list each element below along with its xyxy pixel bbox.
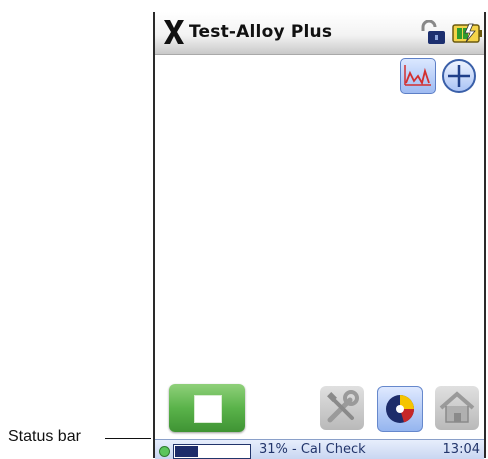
app-title: Test-Alloy Plus: [189, 22, 333, 42]
padlock-open-icon[interactable]: [419, 20, 447, 46]
progress-meter: [173, 444, 251, 459]
tools-icon: [327, 390, 359, 423]
device-screen: Test-Alloy Plus 31% - Cal Check 13:04: [153, 12, 486, 459]
callout-line: [105, 438, 151, 439]
close-x-icon[interactable]: [161, 16, 187, 48]
stop-square-icon: [194, 395, 222, 423]
progress-meter-fill: [175, 446, 198, 457]
add-button[interactable]: [442, 59, 476, 93]
status-indicator-icon: [159, 446, 170, 457]
status-time: 13:04: [442, 442, 480, 457]
spectrum-graph-icon: [404, 65, 431, 86]
callout-label: Status bar: [8, 428, 81, 445]
status-bar: 31% - Cal Check 13:04: [155, 439, 484, 459]
results-button[interactable]: [377, 386, 423, 432]
home-button[interactable]: [435, 386, 479, 430]
battery-icon: [452, 23, 482, 43]
spectrum-graph-button[interactable]: [400, 58, 436, 94]
plus-circle-icon: [448, 65, 470, 87]
status-text: 31% - Cal Check: [259, 442, 366, 457]
start-stop-button[interactable]: [169, 384, 245, 432]
tools-button[interactable]: [320, 386, 364, 430]
home-icon: [439, 391, 475, 423]
pie-chart-icon: [386, 395, 414, 423]
title-bar: Test-Alloy Plus: [155, 12, 484, 55]
bottom-toolbar: [155, 382, 484, 436]
